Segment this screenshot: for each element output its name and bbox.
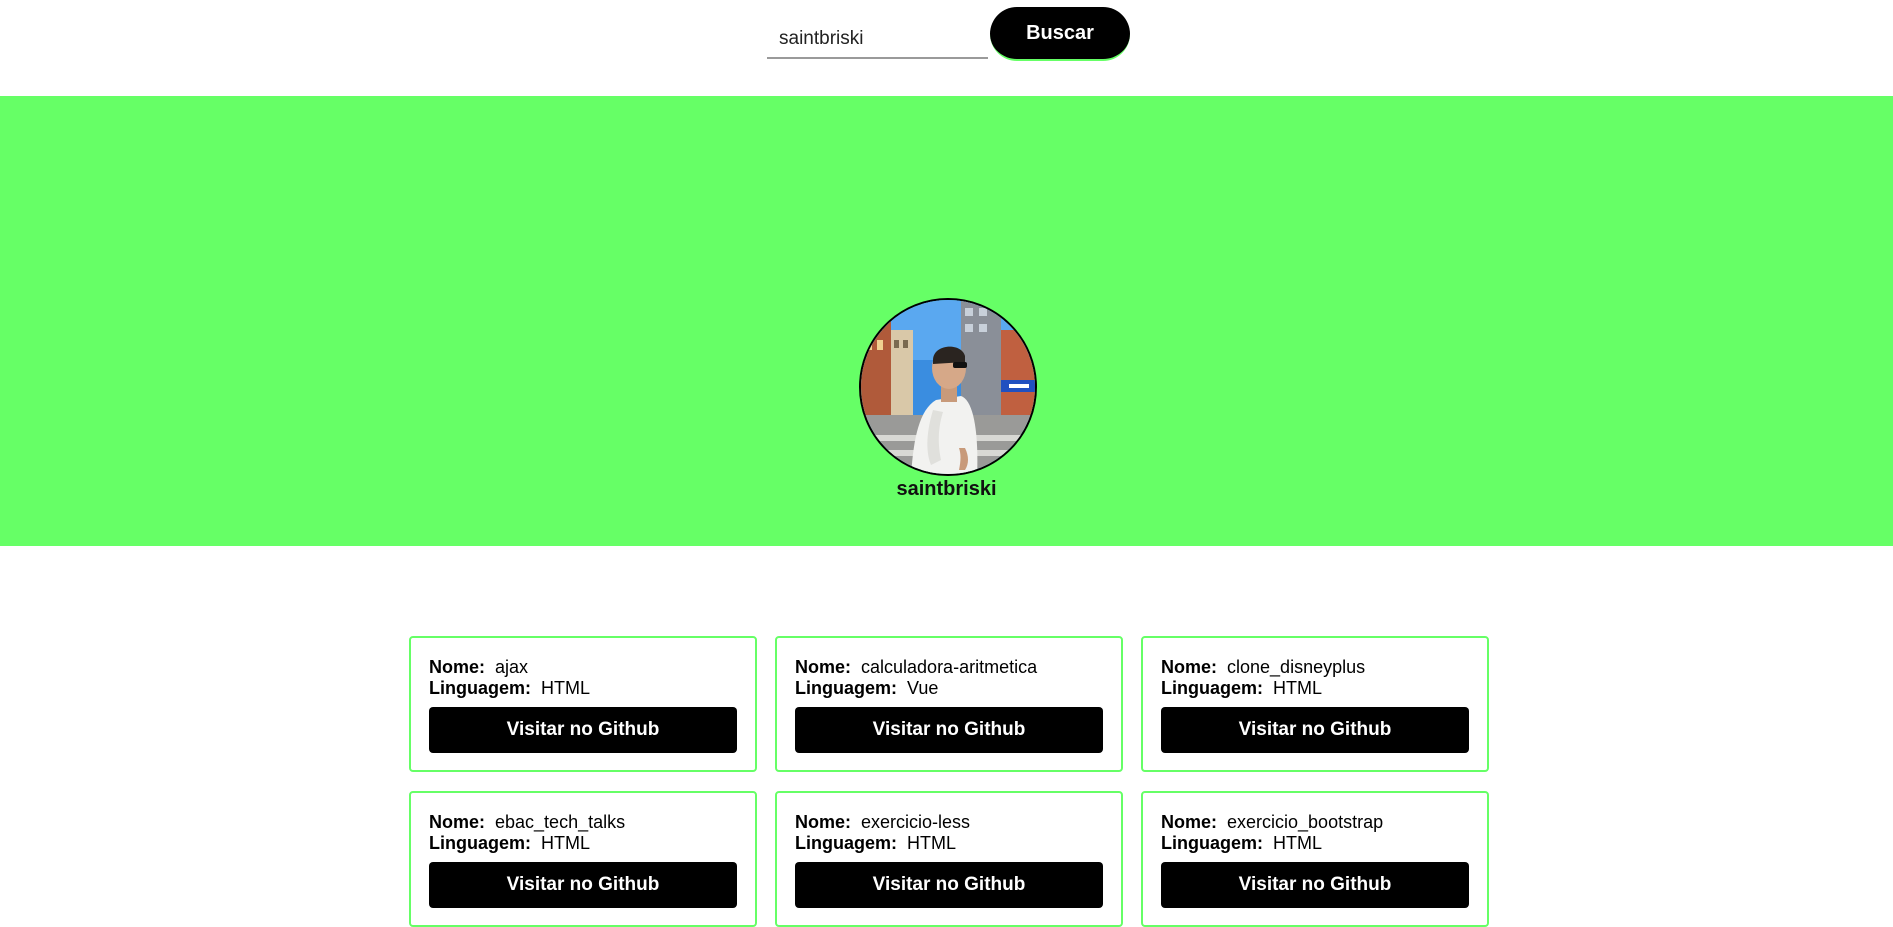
repo-card: Nome: clone_disneyplus Linguagem: HTML Vis…: [1141, 636, 1489, 772]
visit-github-button[interactable]: Visitar no Github: [1161, 862, 1469, 908]
repo-list: Nome: ajax Linguagem: HTML Visitar no Gith…: [409, 636, 1489, 927]
repo-language-value: Vue: [907, 678, 939, 698]
repo-name-value: ebac_tech_talks: [495, 812, 626, 832]
repo-language-line: Linguagem: Vue: [795, 678, 1103, 699]
repo-name-label: Nome:: [1161, 812, 1218, 832]
repo-language-value: HTML: [1273, 678, 1322, 698]
repo-card: Nome: ebac_tech_talks Linguagem: HTML Visi…: [409, 791, 757, 927]
repo-name-line: Nome: clone_disneyplus: [1161, 657, 1469, 678]
repo-card: Nome: ajax Linguagem: HTML Visitar no Gith…: [409, 636, 757, 772]
repo-name-value: calculadora-aritmetica: [861, 657, 1038, 677]
repo-language-label: Linguagem:: [795, 678, 897, 698]
visit-github-button[interactable]: Visitar no Github: [429, 707, 737, 753]
repo-language-value: HTML: [907, 833, 956, 853]
repo-name-value: ajax: [495, 657, 529, 677]
repo-name-line: Nome: exercicio_bootstrap: [1161, 812, 1469, 833]
repo-language-line: Linguagem: HTML: [1161, 833, 1469, 854]
repo-name-line: Nome: calculadora-aritmetica: [795, 657, 1103, 678]
visit-github-button[interactable]: Visitar no Github: [1161, 707, 1469, 753]
visit-github-button[interactable]: Visitar no Github: [429, 862, 737, 908]
repo-language-value: HTML: [541, 833, 590, 853]
repo-language-line: Linguagem: HTML: [1161, 678, 1469, 699]
repo-name-line: Nome: ebac_tech_talks: [429, 812, 737, 833]
repo-language-label: Linguagem:: [1161, 833, 1263, 853]
avatar: [859, 298, 1037, 476]
repo-name-label: Nome:: [429, 812, 486, 832]
repo-language-label: Linguagem:: [429, 833, 531, 853]
repo-language-value: HTML: [1273, 833, 1322, 853]
visit-github-button[interactable]: Visitar no Github: [795, 862, 1103, 908]
repo-name-value: exercicio_bootstrap: [1227, 812, 1384, 832]
search-form: Buscar: [767, 7, 1130, 61]
repo-name-line: Nome: exercicio-less: [795, 812, 1103, 833]
search-input[interactable]: [767, 7, 988, 59]
repo-name-value: exercicio-less: [861, 812, 971, 832]
repo-language-label: Linguagem:: [1161, 678, 1263, 698]
repo-name-value: clone_disneyplus: [1227, 657, 1366, 677]
profile-photo: [861, 300, 1035, 474]
repo-name-label: Nome:: [795, 812, 852, 832]
repo-card: Nome: exercicio_bootstrap Linguagem: HTML …: [1141, 791, 1489, 927]
repo-language-label: Linguagem:: [795, 833, 897, 853]
repo-name-label: Nome:: [795, 657, 852, 677]
repo-language-line: Linguagem: HTML: [429, 678, 737, 699]
repo-name-line: Nome: ajax: [429, 657, 737, 678]
visit-github-button[interactable]: Visitar no Github: [795, 707, 1103, 753]
top-bar: Buscar: [0, 0, 1893, 96]
repo-language-label: Linguagem:: [429, 678, 531, 698]
repo-name-label: Nome:: [1161, 657, 1218, 677]
repo-card: Nome: exercicio-less Linguagem: HTML Visit…: [775, 791, 1123, 927]
repo-name-label: Nome:: [429, 657, 486, 677]
repo-language-line: Linguagem: HTML: [795, 833, 1103, 854]
repo-language-line: Linguagem: HTML: [429, 833, 737, 854]
profile-username: saintbriski: [896, 478, 997, 500]
search-button[interactable]: Buscar: [990, 7, 1130, 61]
repo-card: Nome: calculadora-aritmetica Linguagem: Vu…: [775, 636, 1123, 772]
repo-language-value: HTML: [541, 678, 590, 698]
